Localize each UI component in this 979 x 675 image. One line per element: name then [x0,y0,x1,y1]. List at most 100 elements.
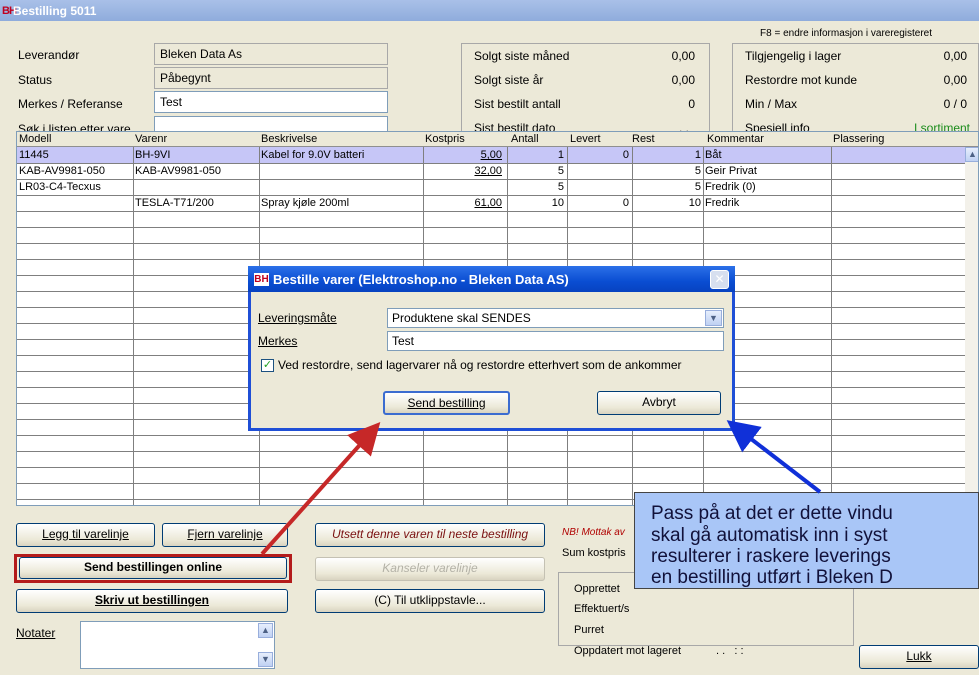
stock-info-box: Tilgjengelig i lager 0,00 Restordre mot … [732,43,979,138]
col-kostpris[interactable]: Kostpris [425,133,465,145]
merkes-field[interactable]: Test [154,91,388,113]
purret-label: Purret [574,624,604,636]
remove-line-button[interactable]: Fjern varelinje [162,523,288,547]
scroll-up-icon[interactable]: ▲ [965,147,978,162]
col-levert[interactable]: Levert [570,133,601,145]
leveringsmate-select[interactable]: Produktene skal SENDES ▼ [387,308,724,328]
send-order-label: Send bestilling [407,396,486,410]
sales-stats-box: Solgt siste måned 0,00 Solgt siste år 0,… [461,43,710,138]
cell-kommentar: Geir Privat [705,165,757,177]
dialog-title-bar: BH Bestille varer (Elektroshop.no - Blek… [248,266,735,292]
cell-kommentar: Fredrik (0) [705,181,756,193]
cell-antall: 10 [551,197,564,209]
cell-modell: 11445 [19,149,49,161]
print-order-button[interactable]: Skriv ut bestillingen [16,589,288,613]
scroll-down-icon[interactable]: ▼ [258,652,273,667]
notater-label: Notater [16,626,56,640]
cell-kostpris: 61,00 [474,197,502,209]
abort-label: Avbryt [642,395,676,409]
leverandor-field: Bleken Data As [154,43,388,65]
oppdatert-value: . . : : [716,645,744,657]
cell-varenr: KAB-AV9981-050 [135,165,222,177]
opprettet-label: Opprettet [574,583,620,595]
cell-levert: 0 [622,197,629,209]
leveringsmate-label: Leveringsmåte [258,311,337,325]
send-online-button[interactable]: Send bestillingen online [19,557,287,579]
restordre-checkbox[interactable]: ✓ [261,359,274,372]
note-line: resulterer i raskere leverings [651,546,891,567]
note-line: Pass på at det er dette vindu [651,503,893,524]
chevron-down-icon[interactable]: ▼ [705,310,722,326]
col-antall[interactable]: Antall [511,133,539,145]
postpone-item-button[interactable]: Utsett denne varen til neste bestilling [315,523,545,547]
window-title: Bestilling 5011 [13,4,97,18]
cell-varenr: BH-9VI [135,149,171,161]
cell-varenr: TESLA-T71/200 [135,197,214,209]
cell-antall: 5 [557,165,564,177]
dialog-logo-icon: BH [254,273,269,286]
postpone-item-label: Utsett denne varen til neste bestilling [331,527,529,541]
leveringsmate-value: Produktene skal SENDES [392,311,531,325]
note-line: en bestilling utført i Bleken D [651,567,893,588]
table-header: Modell Varenr Beskrivelse Kostpris Antal… [17,132,978,147]
cell-kommentar: Båt [705,149,722,161]
cell-modell: KAB-AV9981-050 [19,165,106,177]
abort-button[interactable]: Avbryt [597,391,721,415]
sist-antall-label: Sist bestilt antall [474,97,561,111]
cell-rest: 5 [694,165,701,177]
restordre-label: Restordre mot kunde [745,73,858,87]
cell-kostpris: 32,00 [474,165,502,177]
print-order-label: Skriv ut bestillingen [94,593,210,607]
oppdatert-label: Oppdatert mot lageret [574,645,682,657]
cancel-line-label: Kanseler varelinje [382,561,478,575]
cell-rest: 10 [688,197,701,209]
solgt-ar-label: Solgt siste år [474,73,544,87]
f8-hint: F8 = endre informasjon i vareregisteret [760,28,933,39]
solgt-mnd-label: Solgt siste måned [474,49,570,63]
col-varenr[interactable]: Varenr [135,133,167,145]
cell-beskrivelse: Spray kjøle 200ml [261,197,350,209]
note-line: skal gå automatisk inn i syst [651,525,888,546]
close-button[interactable]: Lukk [859,645,979,669]
col-kommentar[interactable]: Kommentar [707,133,764,145]
tilgjengelig-label: Tilgjengelig i lager [745,49,842,63]
dialog-title: Bestille varer (Elektroshop.no - Bleken … [273,272,569,287]
send-online-label: Send bestillingen online [83,560,222,574]
minmax-value: 0 / 0 [943,97,967,111]
effektuert-label: Effektuert/s [574,603,630,615]
scroll-up-icon[interactable]: ▲ [258,623,273,638]
cell-antall: 1 [557,149,564,161]
col-plassering[interactable]: Plassering [833,133,884,145]
order-dialog: BH Bestille varer (Elektroshop.no - Blek… [248,266,735,431]
add-line-label: Legg til varelinje [42,527,129,541]
solgt-ar-value: 0,00 [671,73,695,87]
dialog-merkes-label: Merkes [258,334,298,348]
dialog-merkes-field[interactable]: Test [387,331,724,351]
notes-textarea[interactable]: ▲ ▼ [80,621,275,669]
minmax-label: Min / Max [745,97,798,111]
cell-antall: 5 [557,181,564,193]
clipboard-label: (C) Til utklippstavle... [374,593,486,607]
status-label: Status [18,73,53,87]
restordre-value: 0,00 [943,73,967,87]
cell-beskrivelse: Kabel for 9.0V batteri [261,149,365,161]
cancel-line-button[interactable]: Kanseler varelinje [315,557,545,581]
send-order-button[interactable]: Send bestilling [383,391,510,415]
col-rest[interactable]: Rest [632,133,655,145]
tilgjengelig-value: 0,00 [943,49,967,63]
title-bar: BH Bestilling 5011 [0,0,979,21]
cell-rest: 5 [694,181,701,193]
leverandor-label: Leverandør [18,48,80,62]
sum-kostpris-label: Sum kostpris [562,547,626,559]
sist-antall-value: 0 [688,97,695,111]
table-scrollbar[interactable]: ▲ [965,147,978,505]
col-beskrivelse[interactable]: Beskrivelse [261,133,317,145]
add-line-button[interactable]: Legg til varelinje [16,523,155,547]
close-icon[interactable]: ✕ [710,270,729,289]
col-modell[interactable]: Modell [19,133,51,145]
close-label: Lukk [906,649,932,663]
cell-kommentar: Fredrik [705,197,740,209]
nb-notice: NB! Mottak av [562,527,625,538]
clipboard-button[interactable]: (C) Til utklippstavle... [315,589,545,613]
solgt-mnd-value: 0,00 [671,49,695,63]
